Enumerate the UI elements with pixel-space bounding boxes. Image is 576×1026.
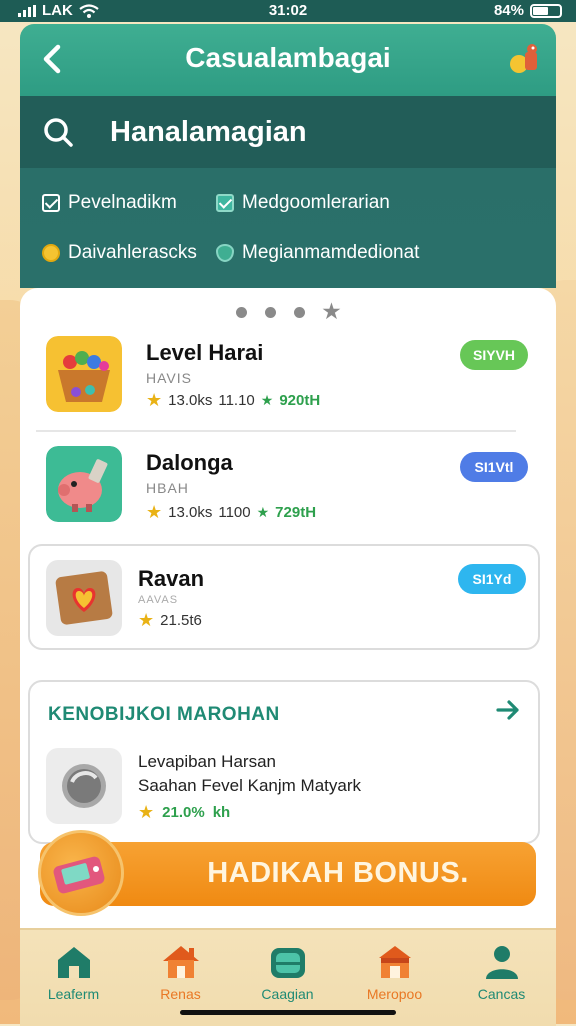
search-input[interactable]: Hanalamagian [110, 116, 307, 149]
pig-icon [46, 446, 122, 522]
page-dot [264, 306, 276, 318]
filter-area: Pevelnadikm Medgoomlerarian Daivahlerasc… [20, 168, 556, 288]
game-list-item[interactable]: Ravan AAVAS ★ 21.5t6 SI1Yd [28, 544, 540, 650]
featured-item-icon[interactable] [46, 748, 122, 824]
game-rating: 21.5t6 [160, 612, 202, 629]
game-list-item[interactable]: Level Harai HAVIS ★ 13.0ks 11.10 ★ 920tH… [28, 328, 540, 428]
tab-label: Cancas [477, 986, 526, 1002]
tab-leaferm[interactable]: Leaferm [20, 930, 127, 1026]
checkbox-icon [216, 194, 234, 212]
game-action-button[interactable]: SI1Vtl [460, 452, 528, 482]
featured-item-title: Levapiban Harsan [138, 752, 276, 771]
featured-item-rating: 21.0% [162, 804, 205, 821]
game-rating: 13.0ks [168, 504, 213, 521]
section-title: KENOBIJKOI MAROHAN [48, 704, 280, 725]
game-score: 920tH [279, 392, 321, 409]
content-panel: ★ Level Harai HAVIS ★ 13.0ks 11.10 ★ 920… [20, 288, 556, 928]
bonus-badge [38, 830, 124, 916]
game-count: 1100 [218, 504, 251, 521]
filter-chip[interactable]: Daivahlerascks [42, 242, 197, 264]
filter-chip[interactable]: Medgoomlerarian [216, 192, 390, 214]
filter-label: Medgoomlerarian [242, 192, 390, 213]
game-list-item[interactable]: Dalonga HBAH ★ 13.0ks 1100 ★ 729tH SI1Vt… [28, 440, 540, 544]
disc-icon [62, 764, 106, 808]
chest-icon [271, 948, 305, 978]
home-icon [58, 947, 90, 978]
house-icon [163, 946, 199, 978]
game-stats: ★ 21.5t6 [138, 610, 202, 631]
bonus-banner-button[interactable]: HADIKAH BONUS. [38, 830, 536, 916]
game-count: 11.10 [218, 392, 255, 409]
search-bar[interactable]: Hanalamagian [20, 96, 556, 168]
tab-label: Meropoo [366, 986, 423, 1002]
tab-label: Caagian [261, 986, 314, 1002]
profile-icon [486, 946, 518, 979]
divider [36, 430, 516, 432]
page-dot [235, 306, 247, 318]
star-icon: ★ [138, 610, 155, 630]
game-stats: ★ 13.0ks 11.10 ★ 920tH [146, 390, 320, 411]
page-indicator[interactable]: ★ [20, 302, 556, 322]
page-dot [293, 306, 305, 318]
featured-section: KENOBIJKOI MAROHAN Levapiban Harsan Saah… [28, 680, 540, 844]
game-title: Level Harai [146, 340, 264, 365]
game-rating: 13.0ks [168, 392, 213, 409]
game-subtitle: AAVAS [138, 594, 179, 606]
game-subtitle: HBAH [146, 480, 189, 496]
star-icon: ★ [322, 301, 341, 323]
status-bar: LAK 31:02 84% [0, 0, 576, 22]
page-title: Casualambagai [185, 42, 391, 73]
featured-item-stats: ★ 21.0% kh [138, 802, 230, 823]
game-action-button[interactable]: SI1Yd [458, 564, 526, 594]
game-score: 729tH [275, 504, 317, 521]
star-icon: ★ [146, 502, 163, 522]
status-time: 31:02 [268, 2, 308, 19]
green-star-icon: ★ [256, 504, 270, 520]
tab-label: Renas [160, 986, 201, 1002]
status-right: 84% [494, 2, 562, 19]
battery-percent: 84% [493, 2, 524, 19]
featured-item-description: Saahan Fevel Kanjm Matyark [138, 776, 361, 795]
filter-chip[interactable]: Megianmamdedionat [216, 242, 419, 264]
home-indicator[interactable] [180, 1010, 396, 1015]
cookie-icon [46, 560, 122, 636]
coin-icon [42, 244, 60, 262]
tab-cancas[interactable]: Cancas [448, 930, 555, 1026]
mascot-icon[interactable] [508, 42, 542, 76]
featured-item-extra: kh [212, 804, 231, 821]
filter-label: Pevelnadikm [68, 192, 177, 213]
app-header: Casualambagai [20, 24, 556, 96]
star-icon: ★ [146, 390, 163, 410]
shop-icon [379, 946, 411, 978]
candy-basket-icon [46, 336, 122, 412]
arrow-right-icon [496, 700, 519, 720]
filter-label: Megianmamdedionat [242, 242, 420, 263]
section-more-button[interactable] [494, 696, 522, 732]
game-action-button[interactable]: SIYVH [460, 340, 528, 370]
game-subtitle: HAVIS [146, 370, 192, 386]
star-icon: ★ [138, 802, 155, 822]
app-frame: Casualambagai Hanalamagian Pevelnadikm M… [20, 24, 556, 1026]
green-star-icon: ★ [260, 392, 274, 408]
game-title: Dalonga [146, 450, 233, 475]
game-console-icon [53, 856, 105, 894]
bonus-label: HADIKAH BONUS. [207, 857, 469, 889]
search-icon [44, 118, 73, 147]
filter-label: Daivahlerascks [68, 242, 197, 263]
checkbox-icon [42, 194, 60, 212]
game-title: Ravan [138, 566, 205, 591]
game-stats: ★ 13.0ks 1100 ★ 729tH [146, 502, 316, 523]
filter-chip[interactable]: Pevelnadikm [42, 192, 177, 214]
tab-label: Leaferm [47, 986, 100, 1002]
battery-icon [530, 3, 562, 18]
shield-icon [216, 244, 234, 262]
